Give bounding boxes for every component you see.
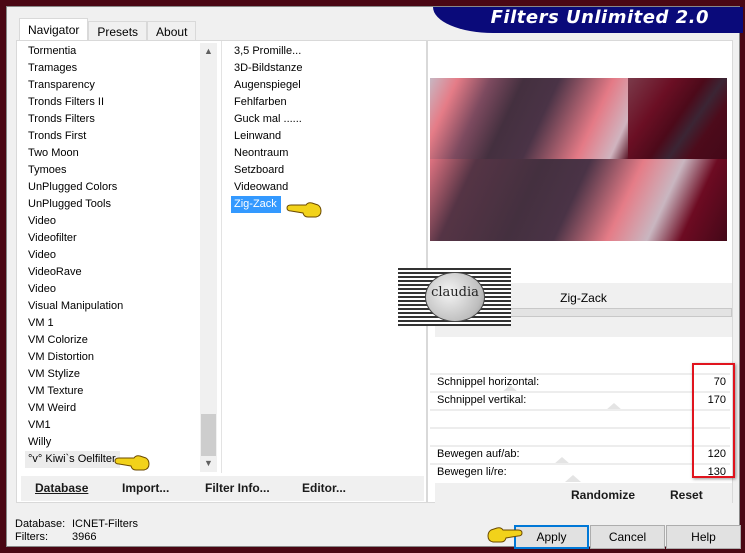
chevron-down-icon[interactable]: ▼ [200, 455, 217, 472]
status-area: Database: ICNET-Filters Filters: 3966 [15, 518, 138, 544]
category-item[interactable]: Tramages [25, 60, 205, 77]
category-item[interactable]: Tronds Filters [25, 111, 205, 128]
category-item[interactable]: Tronds First [25, 128, 205, 145]
parameter-label: Schnippel horizontal: [437, 376, 540, 388]
parameter-slider[interactable]: Schnippel vertikal: 170 [430, 391, 730, 410]
database-label: Database: [15, 518, 66, 530]
database-value: ICNET-Filters [72, 518, 138, 530]
category-item[interactable]: Video [25, 213, 205, 230]
cancel-button[interactable]: Cancel [590, 525, 665, 549]
filter-item[interactable]: 3D-Bildstanze [231, 60, 421, 77]
filter-item[interactable]: 3,5 Promille... [231, 43, 421, 60]
navigator-toolbar: Database Import... Filter Info... Editor… [21, 476, 424, 501]
category-item[interactable]: VM Stylize [25, 366, 205, 383]
list-divider [221, 41, 222, 473]
randomize-button[interactable]: Randomize [571, 488, 635, 502]
preview-tile [628, 78, 727, 159]
scrollbar-thumb[interactable] [201, 414, 216, 456]
navigator-panel: Tormentia Tramages Transparency Tronds Filt… [16, 40, 427, 503]
pointing-hand-icon [487, 527, 523, 543]
preview-image [430, 78, 727, 241]
editor-button[interactable]: Editor... [302, 481, 346, 495]
import-button[interactable]: Import... [122, 481, 169, 495]
slider-thumb[interactable] [564, 475, 581, 482]
tab-presets[interactable]: Presets [88, 21, 148, 40]
parameter-slider[interactable] [430, 409, 730, 427]
tab-about[interactable]: About [147, 21, 197, 40]
filters-count-value: 3966 [72, 531, 97, 543]
parameter-slider[interactable] [430, 427, 730, 445]
filter-item[interactable]: Zig-Zack [231, 196, 281, 213]
filters-count-label: Filters: [15, 531, 48, 543]
parameter-label: Schnippel vertikal: [437, 394, 527, 406]
filter-list[interactable]: 3,5 Promille... 3D-Bildstanze Augenspiegel… [231, 43, 421, 213]
watermark-globe: claudia [425, 272, 485, 322]
category-item[interactable]: Tymoes [25, 162, 205, 179]
category-item[interactable]: Transparency [25, 77, 205, 94]
category-item[interactable]: Two Moon [25, 145, 205, 162]
category-item[interactable]: Visual Manipulation [25, 298, 205, 315]
database-button-label: Database [35, 481, 89, 495]
preview-tile [430, 78, 628, 159]
parameter-label: Bewegen auf/ab: [437, 448, 520, 460]
category-item[interactable]: Willy [25, 434, 205, 451]
database-button[interactable]: Database [35, 481, 88, 495]
category-item[interactable]: Videofilter [25, 230, 205, 247]
category-item[interactable]: VideoRave [25, 264, 205, 281]
category-item[interactable]: Tronds Filters II [25, 94, 205, 111]
filter-item[interactable]: Guck mal ...... [231, 111, 421, 128]
parameter-toolbar: Randomize Reset [435, 483, 732, 508]
tab-strip: Navigator Presets About [19, 18, 197, 40]
apply-button[interactable]: Apply [514, 525, 589, 549]
parameter-slider[interactable]: Bewegen li/re: 130 [430, 463, 730, 482]
category-item[interactable]: VM Colorize [25, 332, 205, 349]
tab-navigator[interactable]: Navigator [19, 18, 89, 40]
pointing-hand-icon [286, 202, 322, 218]
help-button[interactable]: Help [666, 525, 741, 549]
values-highlight-box [692, 363, 735, 478]
category-item[interactable]: Video [25, 281, 205, 298]
category-item[interactable]: °v° Kiwi`s Oelfilter [25, 451, 120, 468]
parameter-slider[interactable]: Bewegen auf/ab: 120 [430, 445, 730, 464]
category-item[interactable]: VM Texture [25, 383, 205, 400]
category-item[interactable]: VM Weird [25, 400, 205, 417]
reset-button[interactable]: Reset [670, 488, 703, 502]
chevron-up-icon[interactable]: ▲ [200, 43, 217, 60]
parameter-label: Bewegen li/re: [437, 466, 507, 478]
filter-info-button[interactable]: Filter Info... [205, 481, 270, 495]
category-item[interactable]: Tormentia [25, 43, 205, 60]
category-item[interactable]: UnPlugged Colors [25, 179, 205, 196]
preview-tile [430, 159, 727, 241]
filter-item[interactable]: Setzboard [231, 162, 421, 179]
category-item[interactable]: UnPlugged Tools [25, 196, 205, 213]
filter-item[interactable]: Fehlfarben [231, 94, 421, 111]
pointing-hand-icon [114, 455, 150, 471]
filter-item[interactable]: Videowand [231, 179, 421, 196]
category-scrollbar[interactable]: ▲ ▼ [200, 43, 217, 472]
parameter-slider[interactable]: Schnippel horizontal: 70 [430, 373, 730, 392]
category-list[interactable]: Tormentia Tramages Transparency Tronds Filt… [25, 43, 205, 468]
category-item[interactable]: VM1 [25, 417, 205, 434]
filter-item[interactable]: Augenspiegel [231, 77, 421, 94]
filter-item[interactable]: Leinwand [231, 128, 421, 145]
watermark-logo: claudia [398, 268, 511, 326]
filter-item[interactable]: Neontraum [231, 145, 421, 162]
app-title-banner: Filters Unlimited 2.0 [433, 7, 743, 33]
category-item[interactable]: Video [25, 247, 205, 264]
category-item[interactable]: VM 1 [25, 315, 205, 332]
category-item[interactable]: VM Distortion [25, 349, 205, 366]
